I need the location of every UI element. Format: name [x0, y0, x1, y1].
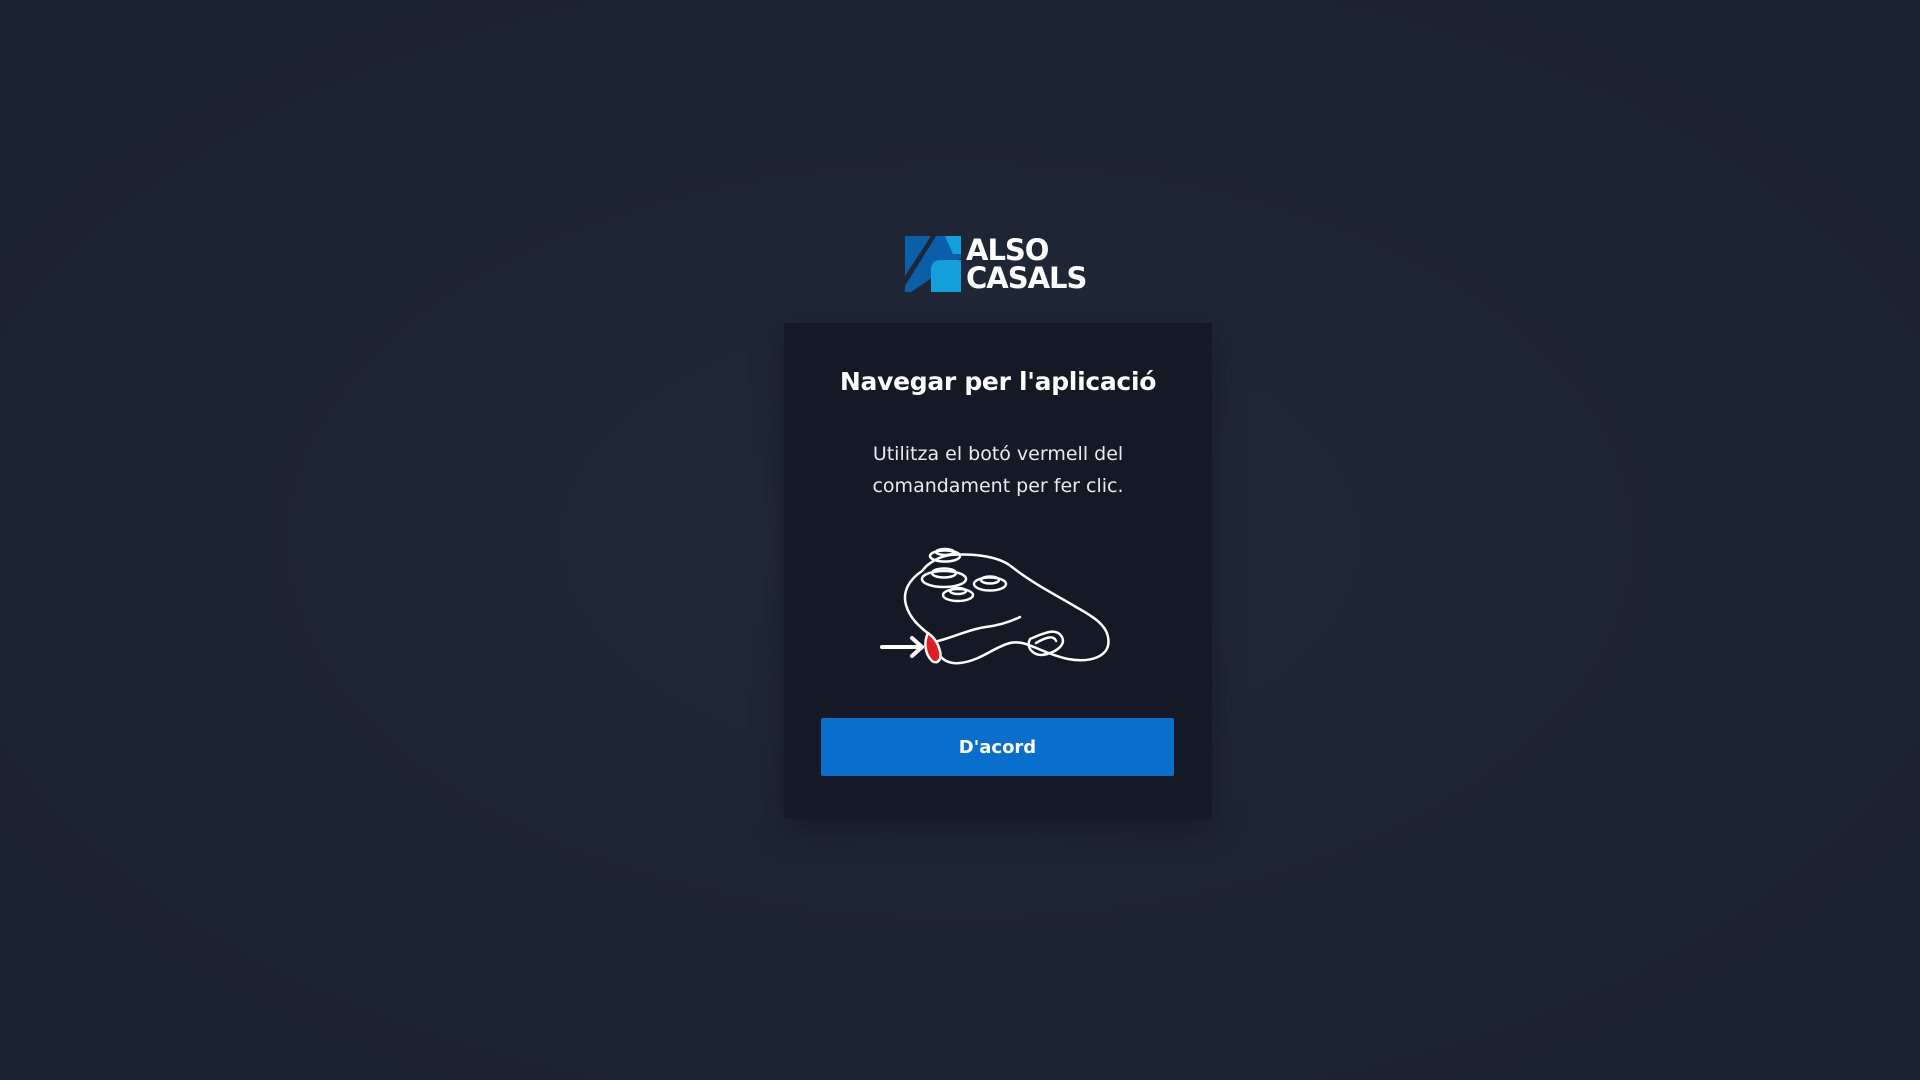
dialog-title: Navegar per l'aplicació — [839, 367, 1157, 396]
dialog-description-line-1: Utilitza el botó vermell del — [872, 443, 1124, 465]
brand-wordmark: ALSO CASALS — [966, 233, 1087, 295]
navigation-help-dialog: Navegar per l'aplicació Utilitza el botó… — [784, 323, 1212, 819]
controller-trigger-icon — [880, 547, 1110, 665]
dialog-description: Utilitza el botó vermell del comandament… — [784, 438, 1212, 502]
brand-logo-mark — [905, 236, 961, 292]
dialog-description-line-2: comandament per fer clic. — [872, 475, 1124, 497]
ok-button[interactable]: D'acord — [821, 718, 1174, 776]
brand-line-2: CASALS — [966, 261, 1087, 295]
brand-logo: ALSO CASALS — [905, 236, 1090, 296]
brand-line-1: ALSO — [966, 233, 1049, 267]
